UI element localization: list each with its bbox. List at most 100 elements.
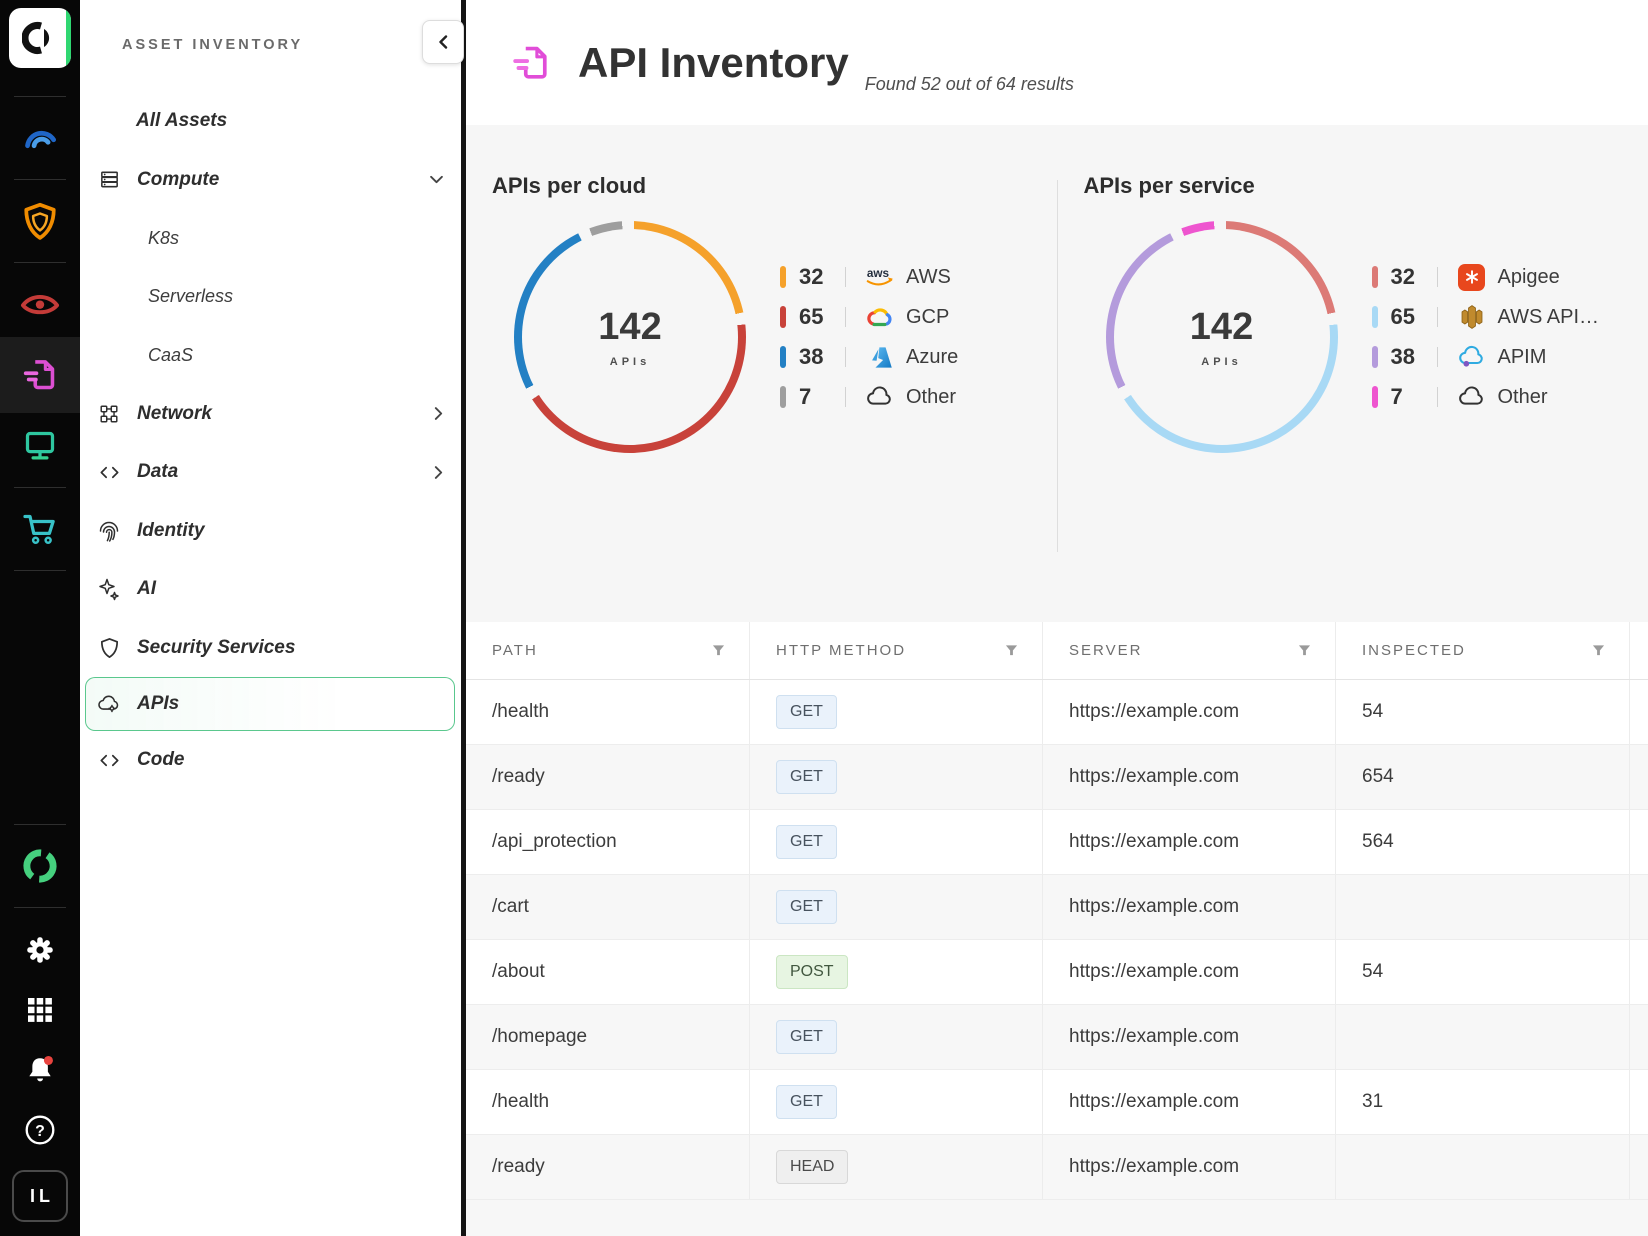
table-row[interactable]: /homepage GET https://example.com — [466, 1005, 1648, 1070]
sidebar-item-ai[interactable]: AI — [80, 560, 461, 619]
sidebar-item-code[interactable]: Code — [80, 731, 461, 790]
sidebar-title: ASSET INVENTORY — [122, 37, 303, 53]
column-label: PATH — [492, 642, 538, 659]
svg-text:aws: aws — [867, 267, 890, 280]
table-row[interactable]: /ready HEAD https://example.com — [466, 1135, 1648, 1200]
rail-item-api-inventory-active[interactable] — [0, 337, 80, 413]
filter-icon[interactable] — [1005, 644, 1018, 657]
results-count: Found 52 out of 64 results — [865, 74, 1074, 95]
table-row[interactable]: /health GET https://example.com 31 — [466, 1070, 1648, 1135]
eye-icon[interactable] — [16, 281, 64, 327]
sidebar-item-apis[interactable]: APIs — [85, 677, 455, 731]
sidebar-item-data[interactable]: Data — [80, 443, 461, 502]
charts-panel: APIs per cloud 142 APIs 32 — [466, 125, 1648, 622]
sidebar-item-compute[interactable]: Compute — [80, 151, 461, 210]
column-header-path[interactable]: PATH — [466, 622, 750, 679]
legend-item-aws-api-gateway[interactable]: 65 AWS — [1372, 297, 1600, 337]
table-row[interactable]: /ready GET https://example.com 654 — [466, 745, 1648, 810]
sidebar-item-k8s[interactable]: K8s — [80, 209, 461, 268]
apis-per-service-donut[interactable]: 142 APIs — [1106, 221, 1338, 453]
table-row[interactable]: /cart GET https://example.com — [466, 875, 1648, 940]
icon-rail: ? IL — [0, 0, 80, 1236]
server-cell: https://example.com — [1043, 810, 1336, 874]
legend-value: 65 — [799, 304, 845, 330]
sidebar-item-serverless[interactable]: Serverless — [80, 268, 461, 327]
legend-item-gcp[interactable]: 65 — [780, 297, 958, 337]
table-header: PATH HTTP METHOD SERVER INSPECTED — [466, 622, 1648, 680]
server-cell: https://example.com — [1043, 1070, 1336, 1134]
legend-item-apim[interactable]: 38 APIM — [1372, 337, 1600, 377]
legend-item-apigee[interactable]: 32 — [1372, 257, 1600, 297]
apis-per-cloud-donut[interactable]: 142 APIs — [514, 221, 746, 453]
filter-icon[interactable] — [1592, 644, 1605, 657]
ring-logo-icon[interactable] — [16, 843, 64, 889]
sidebar-item-all-assets[interactable]: All Assets — [80, 92, 461, 151]
column-header-inspected[interactable]: INSPECTED — [1336, 622, 1630, 679]
api-table: PATH HTTP METHOD SERVER INSPECTED — [466, 622, 1648, 1236]
method-badge: GET — [776, 825, 837, 859]
legend-value: 32 — [799, 264, 845, 290]
help-icon[interactable]: ? — [16, 1107, 64, 1153]
table-row[interactable]: /about POST https://example.com 54 — [466, 940, 1648, 1005]
path-cell: /health — [466, 1070, 750, 1134]
legend-swatch — [780, 386, 786, 408]
donut-center: 142 APIs — [514, 221, 746, 453]
sidebar-item-security-services[interactable]: Security Services — [80, 619, 461, 678]
divider — [1437, 387, 1438, 407]
cart-icon[interactable] — [16, 506, 64, 552]
legend: 32 aws AWS — [780, 257, 958, 417]
sidebar-item-label: AI — [137, 578, 156, 600]
sidebar-item-identity[interactable]: Identity — [80, 502, 461, 561]
sidebar-item-label: Code — [137, 749, 185, 771]
inspected-cell — [1336, 1005, 1630, 1069]
sidebar: ASSET INVENTORY All Assets — [80, 0, 466, 1236]
apigee-logo — [1456, 263, 1488, 291]
divider — [1437, 347, 1438, 367]
shield-outline-icon — [97, 636, 121, 660]
fingerprint-icon — [97, 519, 121, 543]
sidebar-item-caas[interactable]: CaaS — [80, 326, 461, 385]
filter-icon[interactable] — [1298, 644, 1311, 657]
column-header-server[interactable]: SERVER — [1043, 622, 1336, 679]
legend-swatch — [780, 266, 786, 288]
apps-grid-icon[interactable] — [16, 987, 64, 1033]
path-cell: /cart — [466, 875, 750, 939]
legend-item-other-service[interactable]: 7 Other — [1372, 377, 1600, 417]
azure-logo — [864, 343, 896, 371]
sidebar-item-network[interactable]: Network — [80, 385, 461, 444]
sidebar-item-label: Network — [137, 403, 212, 425]
legend-item-other-cloud[interactable]: 7 Other — [780, 377, 958, 417]
server-cell: https://example.com — [1043, 940, 1336, 1004]
column-header-http-method[interactable]: HTTP METHOD — [750, 622, 1043, 679]
brand-logo[interactable] — [9, 8, 71, 68]
legend-label: Azure — [906, 346, 958, 369]
legend-label: AWS — [906, 266, 951, 289]
legend-item-aws[interactable]: 32 aws AWS — [780, 257, 958, 297]
divider — [14, 907, 66, 908]
legend-item-azure[interactable]: 38 — [780, 337, 958, 377]
filter-icon[interactable] — [712, 644, 725, 657]
sidebar-collapse-button[interactable] — [422, 20, 464, 64]
inspected-cell: 54 — [1336, 680, 1630, 744]
inspected-cell: 564 — [1336, 810, 1630, 874]
avatar[interactable]: IL — [12, 1170, 68, 1222]
shield-icon[interactable] — [16, 198, 64, 244]
divider — [845, 307, 846, 327]
code-icon — [97, 749, 121, 772]
table-row[interactable]: /health GET https://example.com 54 — [466, 680, 1648, 745]
chevron-right-icon — [434, 466, 443, 479]
divider — [14, 824, 66, 825]
monitor-icon[interactable] — [16, 423, 64, 469]
notifications-bell-icon[interactable] — [16, 1047, 64, 1093]
divider — [14, 262, 66, 263]
cloud-outline-icon — [864, 383, 896, 411]
divider — [845, 347, 846, 367]
settings-gear-icon[interactable] — [16, 927, 64, 973]
path-cell: /about — [466, 940, 750, 1004]
table-row[interactable]: /api_protection GET https://example.com … — [466, 810, 1648, 875]
gauge-icon[interactable] — [16, 115, 64, 161]
sidebar-header: ASSET INVENTORY — [80, 0, 461, 90]
compute-icon — [97, 168, 121, 191]
svg-text:?: ? — [35, 1123, 45, 1140]
aws-logo: aws — [864, 263, 896, 291]
